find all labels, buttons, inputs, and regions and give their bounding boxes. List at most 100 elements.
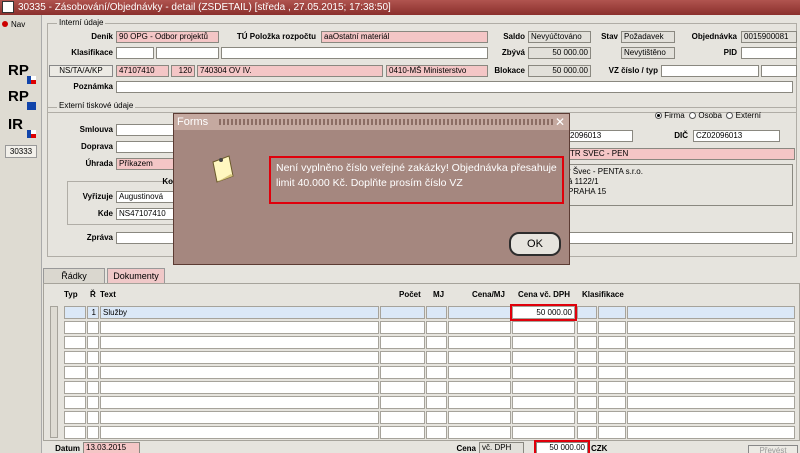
table-cell[interactable] (512, 336, 575, 349)
table-cell[interactable] (100, 366, 379, 379)
table-cell[interactable] (448, 381, 511, 394)
table-cell[interactable] (64, 366, 86, 379)
table-cell[interactable] (64, 396, 86, 409)
table-row[interactable] (44, 380, 795, 394)
ministry-field[interactable]: 0410-MŠ Ministerstvo (386, 65, 488, 77)
rp-icon-eu[interactable]: RP (8, 88, 36, 110)
cell-klas-3[interactable] (627, 306, 795, 319)
smlouva-field[interactable] (116, 124, 176, 136)
radio-externi[interactable] (726, 112, 734, 120)
table-cell[interactable] (87, 411, 99, 424)
cell-mj[interactable] (426, 306, 447, 319)
table-cell[interactable] (380, 381, 425, 394)
table-cell[interactable] (87, 351, 99, 364)
close-icon[interactable]: ✕ (555, 114, 565, 130)
table-cell[interactable] (627, 336, 795, 349)
pid-field[interactable] (741, 47, 797, 59)
table-cell[interactable] (87, 321, 99, 334)
table-cell[interactable] (64, 351, 86, 364)
table-cell[interactable] (512, 351, 575, 364)
table-cell[interactable] (100, 396, 379, 409)
radio-osoba[interactable] (689, 112, 697, 120)
table-cell[interactable] (598, 411, 626, 424)
table-cell[interactable] (64, 321, 86, 334)
doprava-field[interactable] (116, 141, 176, 153)
table-cell[interactable] (426, 381, 447, 394)
table-cell[interactable] (100, 381, 379, 394)
cell-r[interactable]: 1 (87, 306, 99, 319)
table-row[interactable] (44, 410, 795, 424)
tab-radky[interactable]: Řádky (43, 268, 105, 284)
table-cell[interactable] (627, 366, 795, 379)
klasifikace-field-1[interactable] (116, 47, 154, 59)
table-cell[interactable] (426, 396, 447, 409)
table-cell[interactable] (426, 426, 447, 439)
cell-text[interactable]: Služby (100, 306, 379, 319)
table-cell[interactable] (577, 411, 597, 424)
table-cell[interactable] (426, 351, 447, 364)
cell-typ[interactable] (64, 306, 86, 319)
table-cell[interactable] (577, 321, 597, 334)
table-cell[interactable] (448, 396, 511, 409)
table-cell[interactable] (64, 411, 86, 424)
table-cell[interactable] (100, 426, 379, 439)
table-cell[interactable] (426, 321, 447, 334)
cell-pocet[interactable] (380, 306, 425, 319)
table-cell[interactable] (380, 426, 425, 439)
table-cell[interactable] (627, 426, 795, 439)
table-cell[interactable] (577, 426, 597, 439)
side-number[interactable]: 30333 (5, 145, 37, 158)
vyrizuje-field[interactable]: Augustinová (116, 191, 176, 203)
table-row[interactable] (44, 350, 795, 364)
ok-button[interactable]: OK (509, 232, 561, 256)
table-cell[interactable] (577, 351, 597, 364)
table-row[interactable]: 1 Služby 50 000.00 (44, 304, 795, 321)
cell-klas-1[interactable] (577, 306, 597, 319)
table-cell[interactable] (87, 366, 99, 379)
table-row[interactable] (44, 320, 795, 334)
table-cell[interactable] (64, 381, 86, 394)
prevest-button[interactable]: Převést (748, 445, 798, 453)
table-cell[interactable] (512, 411, 575, 424)
table-cell[interactable] (380, 336, 425, 349)
table-cell[interactable] (87, 336, 99, 349)
table-cell[interactable] (426, 411, 447, 424)
ir-icon[interactable]: IR (8, 116, 36, 138)
table-cell[interactable] (380, 411, 425, 424)
supplier-name-field[interactable]: TR SVEC - PEN (568, 148, 795, 160)
table-cell[interactable] (100, 351, 379, 364)
table-cell[interactable] (448, 321, 511, 334)
cell-cena-mj[interactable] (448, 306, 511, 319)
table-cell[interactable] (426, 336, 447, 349)
table-cell[interactable] (64, 336, 86, 349)
table-cell[interactable] (380, 366, 425, 379)
table-cell[interactable] (627, 321, 795, 334)
table-cell[interactable] (598, 396, 626, 409)
datum-field[interactable]: 13.03.2015 (83, 442, 140, 453)
cell-klas-2[interactable] (598, 306, 626, 319)
table-cell[interactable] (598, 321, 626, 334)
table-cell[interactable] (448, 411, 511, 424)
table-cell[interactable] (100, 321, 379, 334)
klasifikace-field-3[interactable] (221, 47, 488, 59)
table-cell[interactable] (577, 396, 597, 409)
table-cell[interactable] (64, 426, 86, 439)
poznamka-field[interactable] (116, 81, 793, 93)
table-cell[interactable] (598, 351, 626, 364)
table-cell[interactable] (426, 366, 447, 379)
vz-type-field[interactable] (761, 65, 797, 77)
table-row[interactable] (44, 335, 795, 349)
table-cell[interactable] (380, 321, 425, 334)
table-cell[interactable] (100, 336, 379, 349)
rp-icon-cz[interactable]: RP (8, 62, 36, 84)
table-cell[interactable] (380, 396, 425, 409)
table-cell[interactable] (598, 336, 626, 349)
tu-field[interactable]: aaOstatní materiál (321, 31, 488, 43)
kde-field[interactable]: NS47107410 (116, 208, 176, 220)
tab-dokumenty[interactable]: Dokumenty (107, 268, 165, 284)
table-cell[interactable] (627, 351, 795, 364)
ico-field[interactable]: 2096013 (568, 130, 633, 142)
cell-cena-dph[interactable]: 50 000.00 (510, 304, 577, 321)
table-row[interactable] (44, 365, 795, 379)
table-cell[interactable] (627, 396, 795, 409)
